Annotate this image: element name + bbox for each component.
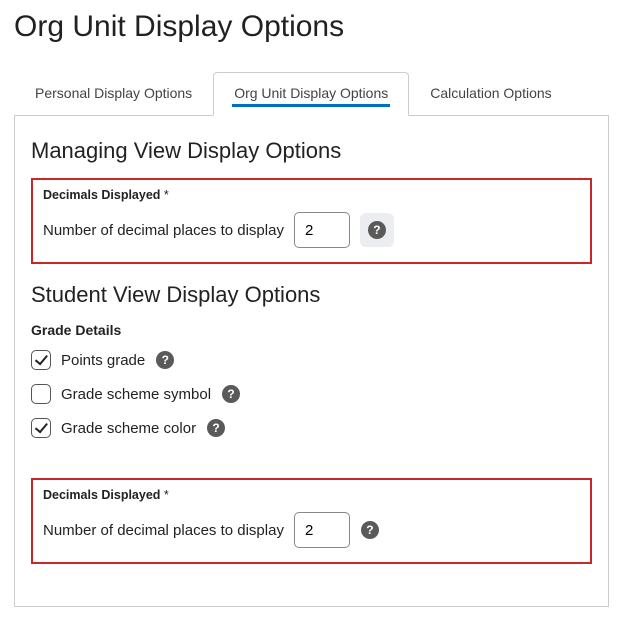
managing-decimals-input[interactable] [294, 212, 350, 248]
grade-scheme-color-label: Grade scheme color [61, 420, 196, 437]
help-icon: ? [156, 351, 174, 369]
grade-scheme-color-checkbox[interactable] [31, 418, 51, 438]
points-grade-row: Points grade ? [31, 350, 592, 370]
managing-decimals-highlight: Decimals Displayed * Number of decimal p… [31, 178, 592, 264]
tab-calculation-options[interactable]: Calculation Options [409, 72, 572, 115]
student-view-heading: Student View Display Options [31, 282, 592, 308]
tab-org-unit-display[interactable]: Org Unit Display Options [213, 72, 409, 116]
grade-scheme-symbol-label: Grade scheme symbol [61, 386, 211, 403]
managing-decimals-help-button[interactable]: ? [360, 213, 394, 247]
grade-scheme-symbol-row: Grade scheme symbol ? [31, 384, 592, 404]
student-decimals-title: Decimals Displayed * [43, 488, 580, 502]
grade-scheme-color-row: Grade scheme color ? [31, 418, 592, 438]
required-indicator: * [164, 188, 169, 202]
help-icon: ? [207, 419, 225, 437]
managing-view-heading: Managing View Display Options [31, 138, 592, 164]
student-decimals-highlight: Decimals Displayed * Number of decimal p… [31, 478, 592, 564]
points-grade-help-button[interactable]: ? [155, 350, 175, 370]
student-decimals-input[interactable] [294, 512, 350, 548]
managing-decimals-label: Number of decimal places to display [43, 222, 284, 239]
help-icon: ? [368, 221, 386, 239]
settings-page: Org Unit Display Options Personal Displa… [0, 0, 623, 607]
managing-decimals-title-text: Decimals Displayed [43, 188, 160, 202]
help-icon: ? [361, 521, 379, 539]
managing-decimals-title: Decimals Displayed * [43, 188, 580, 202]
grade-scheme-symbol-checkbox[interactable] [31, 384, 51, 404]
managing-decimals-row: Number of decimal places to display ? [43, 212, 580, 248]
student-decimals-help-button[interactable]: ? [360, 520, 380, 540]
student-decimals-label: Number of decimal places to display [43, 522, 284, 539]
help-icon: ? [222, 385, 240, 403]
student-decimals-title-text: Decimals Displayed [43, 488, 160, 502]
required-indicator: * [164, 488, 169, 502]
tab-panel-org-unit: Managing View Display Options Decimals D… [14, 116, 609, 607]
grade-details-heading: Grade Details [31, 322, 592, 338]
student-decimals-row: Number of decimal places to display ? [43, 512, 580, 548]
points-grade-label: Points grade [61, 352, 145, 369]
page-title: Org Unit Display Options [14, 10, 609, 44]
grade-scheme-color-help-button[interactable]: ? [206, 418, 226, 438]
tabs-bar: Personal Display Options Org Unit Displa… [14, 72, 609, 116]
points-grade-checkbox[interactable] [31, 350, 51, 370]
grade-scheme-symbol-help-button[interactable]: ? [221, 384, 241, 404]
tab-personal-display[interactable]: Personal Display Options [14, 72, 213, 115]
